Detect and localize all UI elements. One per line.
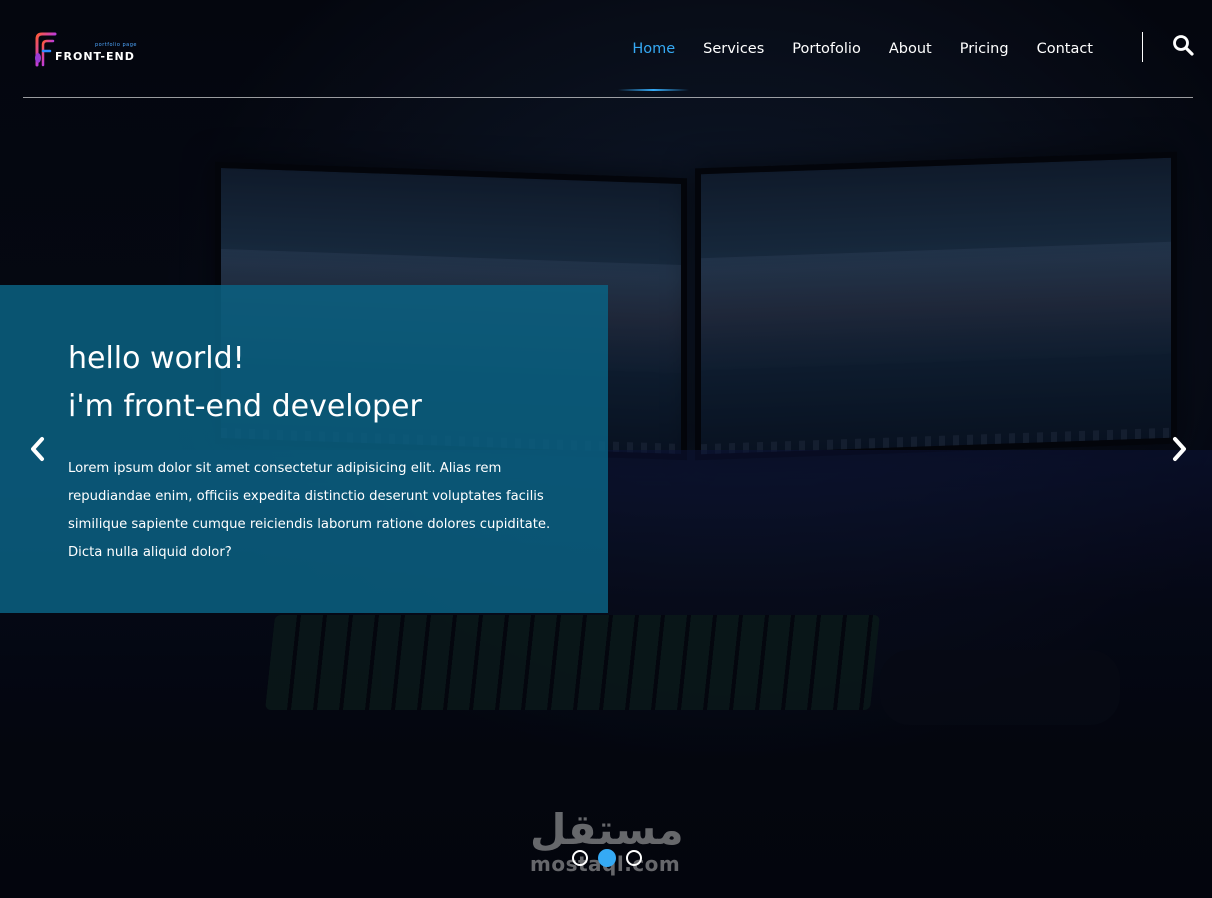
nav-item-services[interactable]: Services bbox=[703, 41, 764, 57]
hero-caption: hello world! i'm front-end developer Lor… bbox=[0, 285, 608, 613]
nav-item-about[interactable]: About bbox=[889, 41, 932, 57]
search-button[interactable] bbox=[1171, 33, 1197, 59]
chevron-right-icon bbox=[1173, 437, 1186, 461]
hero-title: hello world! i'm front-end developer bbox=[68, 335, 568, 431]
carousel-indicators bbox=[572, 849, 652, 867]
nav-item-pricing[interactable]: Pricing bbox=[960, 41, 1009, 57]
search-icon bbox=[1173, 35, 1194, 56]
hero-carousel: portfolio page FRONT-END Home Services P… bbox=[0, 0, 1212, 898]
carousel-indicator-2[interactable] bbox=[598, 849, 616, 867]
main-nav: Home Services Portofolio About Pricing C… bbox=[604, 0, 1093, 97]
carousel-next-button[interactable] bbox=[1164, 434, 1194, 464]
chevron-left-icon bbox=[31, 437, 44, 461]
nav-divider bbox=[1142, 32, 1143, 62]
carousel-prev-button[interactable] bbox=[23, 434, 53, 464]
logo-tagline: portfolio page bbox=[95, 42, 137, 48]
nav-item-home[interactable]: Home bbox=[618, 41, 689, 91]
hero-title-line1: hello world! bbox=[68, 341, 245, 376]
logo-text: FRONT-END bbox=[55, 50, 135, 63]
nav-item-contact[interactable]: Contact bbox=[1037, 41, 1093, 57]
hero-description: Lorem ipsum dolor sit amet consectetur a… bbox=[68, 461, 551, 560]
carousel-indicator-1[interactable] bbox=[572, 850, 588, 866]
hero-title-line2: i'm front-end developer bbox=[68, 389, 422, 424]
site-header: portfolio page FRONT-END Home Services P… bbox=[23, 0, 1194, 98]
carousel-indicator-3[interactable] bbox=[626, 850, 642, 866]
nav-item-portofolio[interactable]: Portofolio bbox=[792, 41, 861, 57]
logo[interactable]: portfolio page FRONT-END bbox=[33, 28, 143, 70]
